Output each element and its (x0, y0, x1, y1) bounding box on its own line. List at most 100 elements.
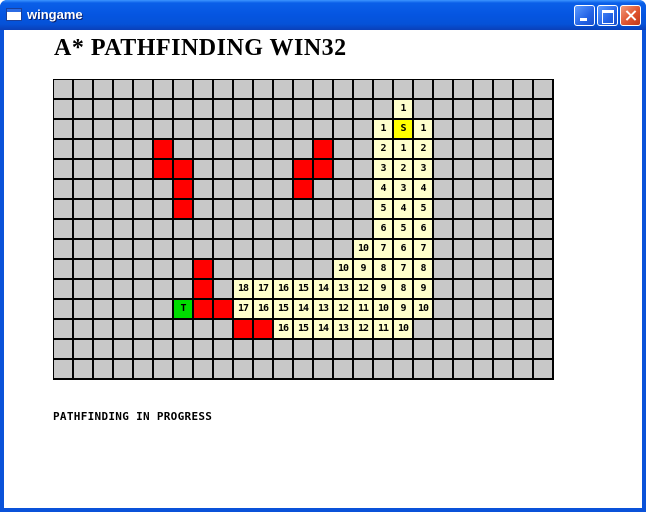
grid-cell[interactable] (534, 100, 552, 118)
grid-cell[interactable] (134, 180, 152, 198)
grid-cell[interactable] (494, 220, 512, 238)
grid-cell[interactable] (154, 100, 172, 118)
grid-cell[interactable] (234, 220, 252, 238)
grid-cell[interactable] (494, 320, 512, 338)
grid-cell[interactable] (154, 320, 172, 338)
grid-cell[interactable] (354, 120, 372, 138)
grid-cell[interactable] (274, 180, 292, 198)
grid-cell[interactable] (134, 320, 152, 338)
open-cell[interactable]: 10 (394, 320, 412, 338)
grid-cell[interactable] (454, 360, 472, 378)
grid-cell[interactable] (334, 180, 352, 198)
grid-cell[interactable] (214, 320, 232, 338)
grid-cell[interactable] (134, 140, 152, 158)
grid-cell[interactable] (334, 160, 352, 178)
grid-cell[interactable] (54, 200, 72, 218)
grid-cell[interactable] (314, 120, 332, 138)
maximize-button[interactable] (597, 5, 618, 26)
grid-cell[interactable] (214, 240, 232, 258)
grid-cell[interactable] (314, 240, 332, 258)
open-cell[interactable]: 9 (374, 280, 392, 298)
grid-cell[interactable] (234, 160, 252, 178)
grid-cell[interactable] (434, 280, 452, 298)
grid-cell[interactable] (354, 140, 372, 158)
grid-cell[interactable] (294, 100, 312, 118)
grid-cell[interactable] (234, 260, 252, 278)
grid-cell[interactable] (54, 260, 72, 278)
grid-cell[interactable] (174, 100, 192, 118)
grid-cell[interactable] (334, 360, 352, 378)
grid-cell[interactable] (254, 80, 272, 98)
grid-cell[interactable] (234, 140, 252, 158)
wall-cell[interactable] (314, 140, 332, 158)
grid-cell[interactable] (434, 320, 452, 338)
grid-cell[interactable] (274, 200, 292, 218)
grid-cell[interactable] (494, 260, 512, 278)
grid-cell[interactable] (274, 340, 292, 358)
grid-cell[interactable] (114, 100, 132, 118)
grid-cell[interactable] (74, 320, 92, 338)
grid-cell[interactable] (494, 280, 512, 298)
grid-cell[interactable] (474, 100, 492, 118)
open-cell[interactable]: 3 (414, 160, 432, 178)
grid-cell[interactable] (454, 160, 472, 178)
open-cell[interactable]: 6 (414, 220, 432, 238)
open-cell[interactable]: 10 (374, 300, 392, 318)
grid-cell[interactable] (74, 100, 92, 118)
open-cell[interactable]: 8 (394, 280, 412, 298)
grid-cell[interactable] (214, 200, 232, 218)
open-cell[interactable]: 2 (394, 160, 412, 178)
grid-cell[interactable] (374, 360, 392, 378)
grid-cell[interactable] (434, 80, 452, 98)
grid-cell[interactable] (494, 240, 512, 258)
grid-cell[interactable] (194, 340, 212, 358)
grid-cell[interactable] (414, 80, 432, 98)
grid-cell[interactable] (474, 220, 492, 238)
open-cell[interactable]: 4 (394, 200, 412, 218)
grid-cell[interactable] (454, 100, 472, 118)
wall-cell[interactable] (214, 300, 232, 318)
grid-cell[interactable] (234, 340, 252, 358)
open-cell[interactable]: 15 (294, 320, 312, 338)
open-cell[interactable]: 3 (394, 180, 412, 198)
grid-cell[interactable] (194, 120, 212, 138)
grid-cell[interactable] (94, 220, 112, 238)
grid-cell[interactable] (214, 160, 232, 178)
grid-cell[interactable] (234, 100, 252, 118)
grid-cell[interactable] (514, 100, 532, 118)
wall-cell[interactable] (174, 200, 192, 218)
grid-cell[interactable] (114, 320, 132, 338)
grid-cell[interactable] (474, 80, 492, 98)
grid-cell[interactable] (154, 80, 172, 98)
grid-cell[interactable] (114, 360, 132, 378)
grid-cell[interactable] (354, 340, 372, 358)
grid-cell[interactable] (94, 140, 112, 158)
open-cell[interactable]: 12 (354, 320, 372, 338)
grid-cell[interactable] (334, 120, 352, 138)
grid-cell[interactable] (214, 340, 232, 358)
open-cell[interactable]: 1 (374, 120, 392, 138)
grid-cell[interactable] (494, 100, 512, 118)
grid-cell[interactable] (354, 360, 372, 378)
grid-cell[interactable] (434, 100, 452, 118)
grid-cell[interactable] (534, 260, 552, 278)
wall-cell[interactable] (174, 160, 192, 178)
grid-cell[interactable] (294, 260, 312, 278)
grid-cell[interactable] (314, 80, 332, 98)
grid-cell[interactable] (454, 280, 472, 298)
open-cell[interactable]: 3 (374, 160, 392, 178)
grid-cell[interactable] (234, 200, 252, 218)
grid-cell[interactable] (154, 120, 172, 138)
grid-cell[interactable] (474, 180, 492, 198)
grid-cell[interactable] (254, 220, 272, 238)
open-cell[interactable]: 5 (374, 200, 392, 218)
open-cell[interactable]: 5 (414, 200, 432, 218)
grid-cell[interactable] (114, 200, 132, 218)
grid-cell[interactable] (214, 80, 232, 98)
grid-cell[interactable] (314, 200, 332, 218)
grid-cell[interactable] (454, 180, 472, 198)
grid-cell[interactable] (454, 240, 472, 258)
grid-cell[interactable] (94, 80, 112, 98)
grid-cell[interactable] (334, 340, 352, 358)
open-cell[interactable]: 13 (334, 320, 352, 338)
